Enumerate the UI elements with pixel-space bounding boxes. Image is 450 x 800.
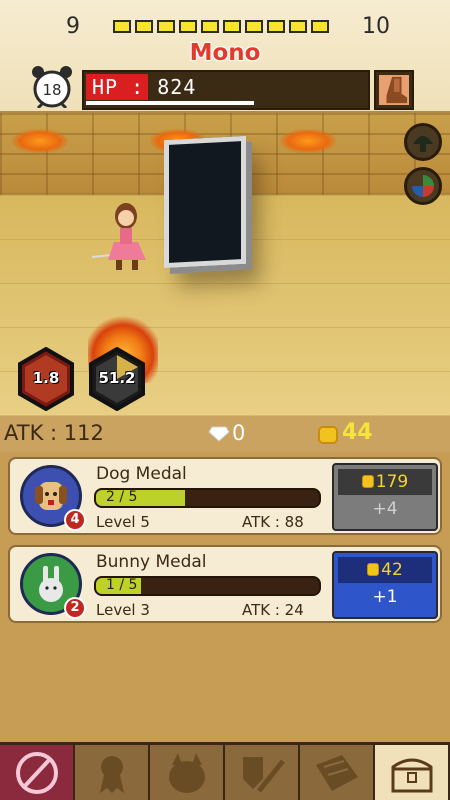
medal-atk: ATK : 24 bbox=[242, 601, 304, 619]
dog-face-icon bbox=[35, 482, 67, 510]
coin-count: 44 bbox=[342, 420, 373, 445]
medal-name: Bunny Medal bbox=[96, 552, 207, 572]
medal-card-bunny: 2 Bunny Medal 1 / 5 Level 3 ATK : 24 42 … bbox=[8, 545, 442, 623]
coin-icon bbox=[318, 426, 338, 444]
enemy-name: Mono bbox=[189, 40, 261, 66]
stage-segment bbox=[223, 20, 241, 33]
current-stage-number: 9 bbox=[66, 14, 80, 39]
gem-count: 0 bbox=[232, 421, 246, 445]
battle-scene[interactable]: 1.8 51.2 bbox=[0, 113, 450, 416]
coin-icon bbox=[367, 563, 380, 576]
tab-skills[interactable] bbox=[0, 745, 75, 800]
medal-count-badge: 4 bbox=[64, 509, 86, 531]
coin-icon bbox=[361, 475, 374, 488]
bunny-face-icon bbox=[39, 566, 63, 602]
stage-segment bbox=[267, 20, 285, 33]
top-hud: 9 10 Mono 18 HP : 824 bbox=[0, 0, 450, 113]
medal-level: Level 3 bbox=[96, 601, 150, 619]
upgrade-gain: +1 bbox=[372, 587, 398, 607]
skill-cooldown-value: 1.8 bbox=[32, 369, 60, 387]
medal-card-dog: 4 Dog Medal 2 / 5 Level 5 ATK : 88 179 +… bbox=[8, 457, 442, 535]
mushroom-icon-button[interactable] bbox=[404, 123, 442, 161]
wall-torch bbox=[12, 129, 68, 153]
stage-progress-bar bbox=[113, 20, 329, 33]
timer-value: 18 bbox=[42, 81, 61, 99]
tab-map[interactable] bbox=[300, 745, 375, 800]
tab-monsters[interactable] bbox=[150, 745, 225, 800]
upgrade-bunny-medal-button[interactable]: 42 +1 bbox=[332, 551, 438, 619]
boot-icon-button[interactable] bbox=[374, 70, 414, 110]
stage-segment bbox=[135, 20, 153, 33]
bottom-nav bbox=[0, 742, 450, 800]
treasure-chest-icon bbox=[391, 758, 433, 793]
stage-segment bbox=[201, 20, 219, 33]
diamond-icon bbox=[208, 426, 230, 442]
monster-icon bbox=[169, 753, 205, 793]
medal-panel: 4 Dog Medal 2 / 5 Level 5 ATK : 88 179 +… bbox=[0, 452, 450, 742]
upgrade-gain: +4 bbox=[372, 499, 398, 519]
next-stage-number: 10 bbox=[362, 14, 390, 39]
stage-segment bbox=[289, 20, 307, 33]
wall-torch bbox=[280, 129, 336, 153]
sword-skill-icon bbox=[16, 752, 58, 794]
heroine-sprite bbox=[92, 203, 146, 270]
hp-sub-bar bbox=[86, 101, 254, 105]
tab-weapons[interactable] bbox=[225, 745, 300, 800]
medal-name: Dog Medal bbox=[96, 464, 187, 484]
stats-row: ATK : 112 0 44 bbox=[0, 416, 450, 452]
skill-slot-1[interactable]: 1.8 bbox=[17, 346, 75, 412]
stage-segment bbox=[113, 20, 131, 33]
mono-monster-door[interactable] bbox=[164, 135, 246, 269]
medal-progress-bar: 1 / 5 bbox=[94, 576, 321, 596]
upgrade-dog-medal-button[interactable]: 179 +4 bbox=[332, 463, 438, 531]
alarm-clock-icon: 18 bbox=[32, 66, 72, 108]
weapons-icon bbox=[243, 757, 285, 793]
total-atk-label: ATK : 112 bbox=[4, 421, 104, 445]
tab-medals[interactable] bbox=[75, 745, 150, 800]
swirl-icon bbox=[412, 175, 434, 197]
stage-segment bbox=[157, 20, 175, 33]
skill-slot-2[interactable]: 51.2 bbox=[88, 346, 146, 412]
cost-value: 42 bbox=[381, 560, 403, 580]
medal-progress-bar: 2 / 5 bbox=[94, 488, 321, 508]
enemy-hp-bar: HP : 824 bbox=[82, 70, 370, 110]
stage-segment bbox=[245, 20, 263, 33]
boot-icon bbox=[379, 75, 409, 105]
swirl-icon-button[interactable] bbox=[404, 167, 442, 205]
tab-treasure[interactable] bbox=[375, 745, 450, 800]
medal-level: Level 5 bbox=[96, 513, 150, 531]
hp-label: HP : 824 bbox=[92, 75, 197, 99]
upgrade-cost: 42 bbox=[338, 557, 432, 583]
medal-count-badge: 2 bbox=[64, 597, 86, 619]
cost-value: 179 bbox=[375, 472, 409, 492]
medal-ribbon-icon bbox=[100, 756, 124, 793]
stage-segment bbox=[311, 20, 329, 33]
upgrade-cost: 179 bbox=[338, 469, 432, 495]
medal-progress-text: 1 / 5 bbox=[106, 577, 138, 593]
mushroom-icon bbox=[413, 136, 433, 152]
medal-atk: ATK : 88 bbox=[242, 513, 304, 531]
skill-cooldown-value: 51.2 bbox=[98, 369, 136, 387]
map-scroll-icon bbox=[316, 755, 358, 791]
stage-segment bbox=[179, 20, 197, 33]
medal-progress-text: 2 / 5 bbox=[106, 489, 138, 505]
